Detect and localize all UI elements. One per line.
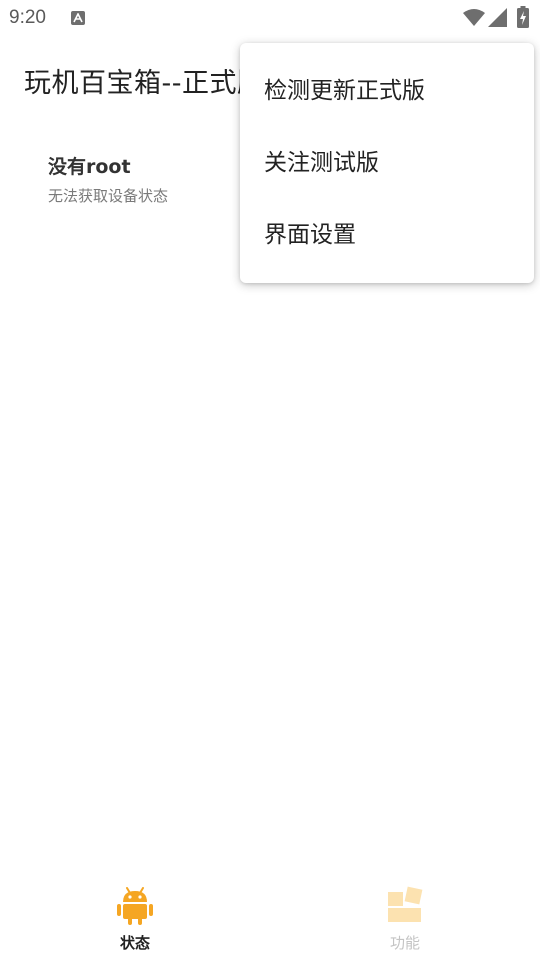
wifi-icon [463,9,485,31]
signal-icon [488,8,507,31]
nav-label-status: 状态 [119,934,150,952]
battery-charging-icon [517,6,529,32]
overflow-menu: 检测更新正式版 关注测试版 界面设置 [240,43,534,283]
a-letter-icon [71,11,85,25]
app-title: 玩机百宝箱--正式版 [24,68,265,99]
function-icon [386,886,424,930]
nav-tab-status[interactable]: 状态 [0,870,270,960]
android-icon [116,886,154,930]
nav-tab-functions[interactable]: 功能 [270,870,540,960]
status-time: 9:20 [9,7,46,28]
menu-item-check-update[interactable]: 检测更新正式版 [240,55,534,127]
root-status-title: 没有root [48,156,131,178]
root-status-card[interactable]: 没有root 无法获取设备状态 [48,154,168,206]
bottom-navigation: 状态 功能 [0,870,540,960]
nav-label-functions: 功能 [389,934,420,952]
root-status-subtitle: 无法获取设备状态 [48,187,169,205]
menu-item-follow-beta[interactable]: 关注测试版 [240,127,534,199]
menu-item-ui-settings[interactable]: 界面设置 [240,199,534,271]
status-bar: 9:20 [0,0,540,36]
